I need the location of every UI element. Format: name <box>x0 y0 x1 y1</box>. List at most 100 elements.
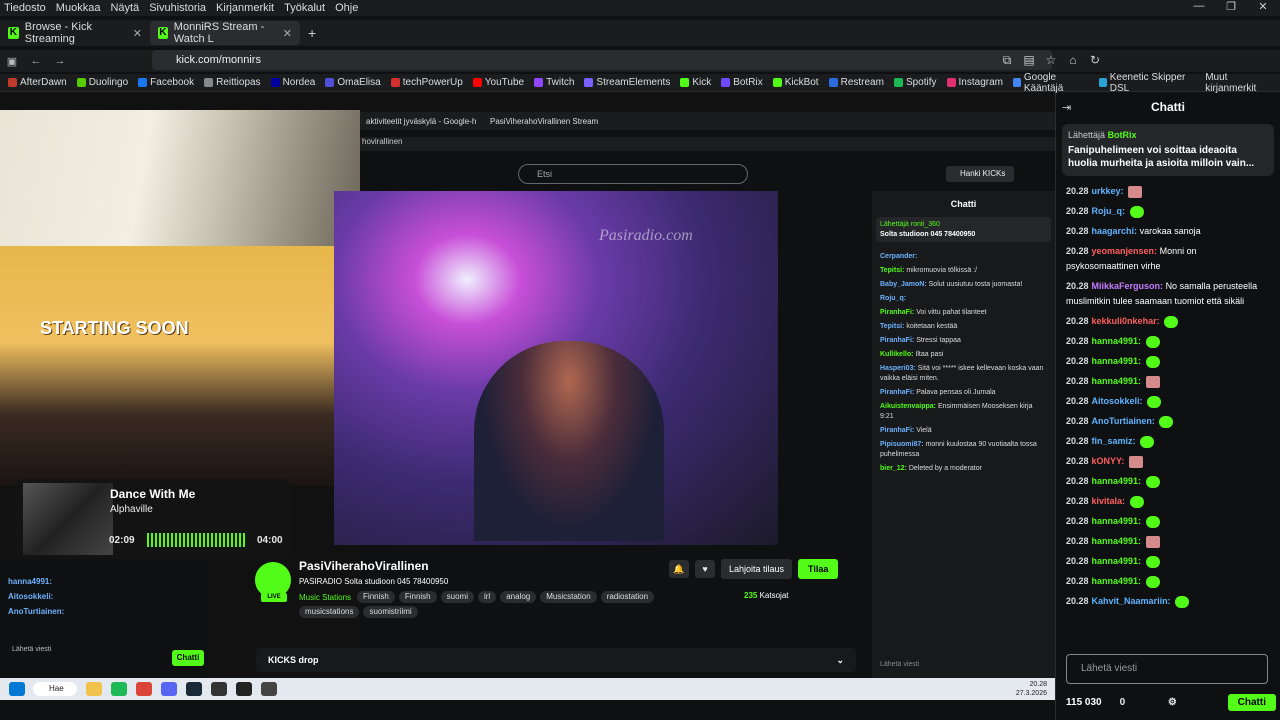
chat-username[interactable]: hanna4991: <box>1092 356 1142 366</box>
menu-view[interactable]: Näytä <box>106 2 145 14</box>
chat-username[interactable]: PiranhaFi: <box>880 309 914 316</box>
bookmark-item[interactable]: Facebook <box>138 77 194 88</box>
bell-icon[interactable]: 🔔 <box>669 560 689 578</box>
new-tab-icon[interactable]: + <box>308 25 316 41</box>
restore-icon[interactable]: ❐ <box>1216 0 1248 13</box>
bookmark-item[interactable]: Kick <box>680 77 711 88</box>
collapse-chat-icon[interactable]: ⇥ <box>1062 101 1071 114</box>
chat-username[interactable]: hanna4991: <box>1092 476 1142 486</box>
chat-username[interactable]: hanna4991: <box>1092 336 1142 346</box>
tab-browse[interactable]: K Browse - Kick Streaming ✕ <box>0 21 150 45</box>
chat-username[interactable]: Roju_q: <box>880 295 906 302</box>
notion-icon[interactable] <box>236 682 252 696</box>
inner-tab-google[interactable]: aktiviteetit jyväskylä - Google-h <box>360 117 484 126</box>
chat-username[interactable]: hanna4991: <box>1092 556 1142 566</box>
chat-username[interactable]: kONYY: <box>1092 456 1125 466</box>
chat-username[interactable]: Pipisuomi87: <box>880 441 924 448</box>
bookmark-item[interactable]: OmaElisa <box>325 77 381 88</box>
overlay-chat-button[interactable]: Chatti <box>172 650 204 666</box>
reload-icon[interactable]: ↻ <box>1084 50 1106 70</box>
chat-username[interactable]: hanna4991: <box>1092 536 1142 546</box>
menu-history[interactable]: Sivuhistoria <box>145 2 212 14</box>
bookmark-item[interactable]: Instagram <box>946 77 1003 88</box>
kicks-drop-panel[interactable]: KICKS drop ⌄ <box>256 648 856 672</box>
stream-tag[interactable]: Musicstation <box>540 591 597 603</box>
url-bar[interactable]: kick.com/monnirs <box>152 50 1052 70</box>
chat-username[interactable]: yeomanjensen: <box>1092 246 1158 256</box>
forward-icon[interactable]: → <box>48 55 72 67</box>
chat-username[interactable]: fin_samiz: <box>1092 436 1136 446</box>
channel-name[interactable]: PasiViherahoVirallinen <box>299 559 429 573</box>
chat-username[interactable]: Aitosokkeli: <box>1092 396 1143 406</box>
chat-username[interactable]: kekkuli0nkehar: <box>1092 316 1160 326</box>
other-bookmarks[interactable]: Muut kirjanmerkit <box>1205 72 1272 94</box>
menu-bookmarks[interactable]: Kirjanmerkit <box>212 2 280 14</box>
subscribe-button[interactable]: Tilaa <box>798 559 839 579</box>
stream-tag[interactable]: suomi <box>440 591 474 603</box>
inner-url[interactable]: hovirallinen <box>360 137 1055 151</box>
bookmark-item[interactable]: Restream <box>828 77 884 88</box>
chat-username[interactable]: PiranhaFi: <box>880 337 914 344</box>
bookmark-item[interactable]: KickBot <box>772 77 819 88</box>
chat-username[interactable]: kivitala: <box>1092 496 1126 506</box>
close-tab-icon[interactable]: ✕ <box>283 27 292 40</box>
bookmark-item[interactable]: Spotify <box>893 77 937 88</box>
menu-tools[interactable]: Työkalut <box>280 2 331 14</box>
stream-tag[interactable]: irl <box>477 591 497 603</box>
screenshot-icon[interactable]: ⧉ <box>996 50 1018 70</box>
settings-icon[interactable]: ⚙ <box>1168 697 1177 708</box>
close-tab-icon[interactable]: ✕ <box>133 27 142 40</box>
sidebar-icon[interactable]: ▣ <box>0 55 24 68</box>
folder-icon[interactable] <box>86 682 102 696</box>
chat-username[interactable]: Tepitsi: <box>880 267 904 274</box>
windows-start-icon[interactable] <box>9 682 25 696</box>
taskbar-search[interactable]: Hae <box>33 682 77 696</box>
inner-tab-stream[interactable]: PasiViherahoVirallinen Stream <box>484 117 608 126</box>
tab-monnirs[interactable]: K MonniRS Stream - Watch L ✕ <box>150 21 300 45</box>
bookmark-item[interactable]: Twitch <box>534 77 574 88</box>
chat-username[interactable]: PiranhaFi: <box>880 389 914 396</box>
chat-username[interactable]: hanna4991: <box>1092 576 1142 586</box>
inner-chat-input[interactable]: Lähetä viesti <box>880 661 919 668</box>
chat-username[interactable]: PiranhaFi: <box>880 427 914 434</box>
bookmark-item[interactable]: YouTube <box>472 77 524 88</box>
stream-tag[interactable]: suomistriimi <box>363 606 418 618</box>
discord-icon[interactable] <box>161 682 177 696</box>
chat-username[interactable]: Kullikello: <box>880 351 913 358</box>
app-icon[interactable] <box>211 682 227 696</box>
chat-username[interactable]: bier_12: <box>880 465 907 472</box>
obs-icon[interactable] <box>261 682 277 696</box>
bookmark-item[interactable]: techPowerUp <box>390 77 463 88</box>
stream-tag[interactable]: Finnish <box>357 591 395 603</box>
bookmark-item[interactable]: Keenetic Skipper DSL <box>1098 72 1195 94</box>
channel-avatar[interactable]: LIVE <box>255 562 291 602</box>
chat-username[interactable]: hanna4991: <box>1092 376 1142 386</box>
menu-file[interactable]: Tiedosto <box>0 2 52 14</box>
reader-icon[interactable]: ▤ <box>1018 50 1040 70</box>
chat-username[interactable]: Cerpander: <box>880 253 917 260</box>
bookmark-item[interactable]: Duolingo <box>76 77 128 88</box>
back-icon[interactable]: ← <box>24 55 48 67</box>
bookmark-item[interactable]: AfterDawn <box>8 77 67 88</box>
stream-tag[interactable]: Finnish <box>398 591 437 603</box>
stream-tag[interactable]: radiostation <box>600 591 655 603</box>
minimize-icon[interactable]: — <box>1184 0 1216 13</box>
chat-username[interactable]: AnoTurtiainen: <box>1092 416 1155 426</box>
menu-help[interactable]: Ohje <box>331 2 364 14</box>
chat-username[interactable]: Baby_JamoN: <box>880 281 927 288</box>
chevron-down-icon[interactable]: ⌄ <box>836 648 844 672</box>
send-chat-button[interactable]: Chatti <box>1227 693 1276 711</box>
chat-username[interactable]: Tepitsi: <box>880 323 904 330</box>
stream-tag[interactable]: musicstations <box>299 606 360 618</box>
stream-tag[interactable]: analog <box>500 591 537 603</box>
overlay-chat-input[interactable]: Lähetä viesti <box>12 646 52 668</box>
chat-username[interactable]: hanna4991: <box>1092 516 1142 526</box>
get-kicks-button[interactable]: Hanki KICKs <box>946 166 1014 182</box>
menu-edit[interactable]: Muokkaa <box>52 2 107 14</box>
chat-username[interactable]: MiikkaFerguson: <box>1092 281 1164 291</box>
chat-username[interactable]: urkkey: <box>1092 186 1124 196</box>
star-icon[interactable]: ☆ <box>1040 50 1062 70</box>
bookmark-item[interactable]: StreamElements <box>584 77 670 88</box>
chat-username[interactable]: Hasperi03: <box>880 365 916 372</box>
chrome-icon[interactable] <box>136 682 152 696</box>
